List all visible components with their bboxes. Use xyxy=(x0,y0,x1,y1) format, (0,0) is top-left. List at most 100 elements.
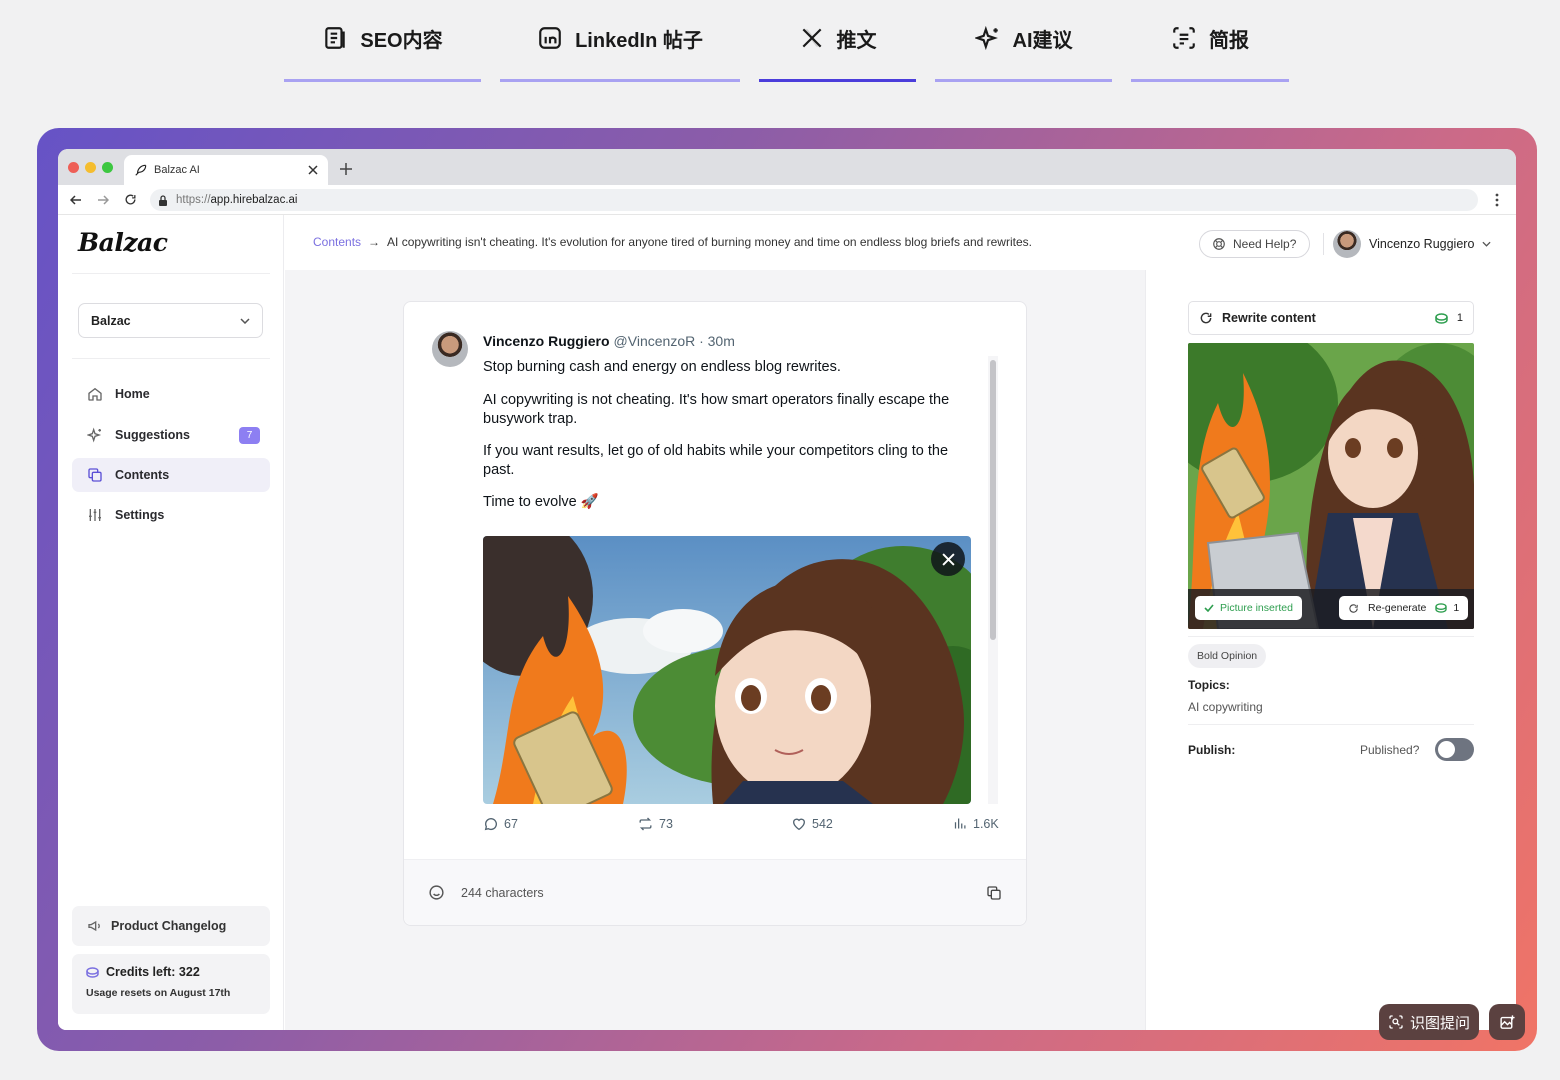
reply-stat[interactable]: 67 xyxy=(483,816,518,832)
sliders-icon xyxy=(89,509,101,521)
like-stat[interactable]: 542 xyxy=(791,816,833,832)
tweet-illustration xyxy=(483,536,971,804)
ask-image-button[interactable]: 识图提问 xyxy=(1379,1004,1479,1040)
copy-icon[interactable] xyxy=(986,885,1002,901)
breadcrumb: Contents → AI copywriting isn't cheating… xyxy=(313,235,1032,249)
tab-label: SEO内容 xyxy=(360,29,443,52)
copy-icon xyxy=(88,468,102,482)
tab-label: 简报 xyxy=(1209,29,1249,52)
retweet-icon xyxy=(639,817,652,831)
rewrite-content-button[interactable]: Rewrite content 1 xyxy=(1188,301,1474,335)
tab-seo[interactable]: SEO内容 xyxy=(284,0,481,82)
published-label: Published? xyxy=(1360,743,1420,757)
tweet-paragraph[interactable]: Stop burning cash and energy on endless … xyxy=(483,358,969,377)
views-count: 1.6K xyxy=(973,816,999,831)
views-stat[interactable]: 1.6K xyxy=(953,816,999,831)
tab-label: 推文 xyxy=(836,29,877,52)
changelog-label: Product Changelog xyxy=(111,919,227,933)
tweet-preview-card: Vincenzo Ruggiero @VincenzoR · 30m Stop … xyxy=(403,301,1027,926)
breadcrumb-root[interactable]: Contents xyxy=(313,235,361,249)
scroll-thumb[interactable] xyxy=(990,360,996,640)
tab-brief[interactable]: 简报 xyxy=(1131,0,1289,82)
check-icon xyxy=(1204,604,1214,612)
lifebuoy-icon xyxy=(1213,238,1225,250)
close-tab-icon[interactable] xyxy=(308,165,318,175)
picture-inserted-status: Picture inserted xyxy=(1195,596,1302,620)
need-help-button[interactable]: Need Help? xyxy=(1199,230,1310,258)
app-logo[interactable]: Balzac xyxy=(78,228,168,257)
nav-item-suggestions[interactable]: Suggestions 7 xyxy=(72,418,270,452)
publish-label: Publish: xyxy=(1188,743,1236,757)
remove-image-button[interactable] xyxy=(931,542,965,576)
emoji-icon[interactable] xyxy=(428,884,445,901)
more-vertical-icon[interactable] xyxy=(1495,193,1499,207)
tab-linkedin[interactable]: LinkedIn 帖子 xyxy=(500,0,740,82)
chevron-down-icon xyxy=(1482,241,1491,247)
divider xyxy=(1323,233,1324,255)
topics-value: AI copywriting xyxy=(1188,700,1263,714)
ask-image-label: 识图提问 xyxy=(1409,1014,1470,1032)
document-icon xyxy=(325,27,346,49)
breadcrumb-arrow: → xyxy=(368,235,381,249)
lock-icon xyxy=(159,194,167,206)
url-field[interactable]: https://app.hirebalzac.ai xyxy=(150,189,1478,211)
close-icon xyxy=(941,552,955,566)
regenerate-cost: 1 xyxy=(1453,602,1460,614)
nav-label: Suggestions xyxy=(115,428,191,442)
regenerate-image-button[interactable]: Re-generate 1 xyxy=(1339,596,1469,620)
divider xyxy=(1188,636,1474,637)
forward-icon[interactable] xyxy=(97,194,109,206)
tweet-scrollbar[interactable] xyxy=(988,356,998,804)
toggle-knob xyxy=(1438,741,1455,758)
preview-illustration xyxy=(1188,343,1474,629)
published-toggle[interactable] xyxy=(1435,738,1474,761)
reload-icon[interactable] xyxy=(124,193,137,206)
tab-ai-suggestions[interactable]: AI建议 xyxy=(935,0,1112,82)
nav-item-settings[interactable]: Settings xyxy=(72,498,270,532)
browser-tab[interactable]: Balzac AI xyxy=(124,155,328,185)
tweet-paragraph[interactable]: If you want results, let go of old habit… xyxy=(483,442,969,480)
divider xyxy=(1188,724,1474,725)
rewrite-label: Rewrite content xyxy=(1222,311,1316,325)
maximize-window-dot[interactable] xyxy=(102,162,113,173)
address-bar: https://app.hirebalzac.ai xyxy=(58,185,1516,215)
nav-item-contents[interactable]: Contents xyxy=(72,458,270,492)
sidebar: Balzac Balzac Home Suggestions 7 Content… xyxy=(58,215,284,1030)
credits-left: Credits left: 322 xyxy=(106,965,200,979)
tweet-image xyxy=(483,536,971,804)
tone-tag: Bold Opinion xyxy=(1188,644,1267,668)
tab-label: AI建议 xyxy=(1012,29,1073,52)
scan-text-icon xyxy=(1173,27,1195,49)
tab-tweet[interactable]: 推文 xyxy=(759,0,916,82)
tweet-paragraph[interactable]: Time to evolve 🚀 xyxy=(483,493,969,512)
credits-card: Credits left: 322 Usage resets on August… xyxy=(72,954,270,1014)
tweet-header: Vincenzo Ruggiero @VincenzoR · 30m xyxy=(483,333,735,349)
generated-image-preview: Picture inserted Re-generate 1 xyxy=(1188,343,1474,629)
retweet-count: 73 xyxy=(659,817,673,831)
user-menu[interactable]: Vincenzo Ruggiero xyxy=(1333,230,1491,258)
minimize-window-dot[interactable] xyxy=(85,162,96,173)
nav-label: Settings xyxy=(115,508,165,522)
divider xyxy=(72,358,270,359)
tweet-handle-time: @VincenzoR · 30m xyxy=(613,333,735,349)
nav-item-home[interactable]: Home xyxy=(72,377,270,411)
bar-chart-icon xyxy=(954,818,966,829)
image-tool-button[interactable] xyxy=(1489,1004,1525,1040)
x-logo-icon xyxy=(802,28,821,48)
tab-label: LinkedIn 帖子 xyxy=(575,29,703,52)
back-icon[interactable] xyxy=(70,194,82,206)
workspace-select[interactable]: Balzac xyxy=(78,303,263,338)
tweet-paragraph[interactable]: AI copywriting is not cheating. It's how… xyxy=(483,391,969,429)
megaphone-icon xyxy=(88,920,100,932)
close-window-dot[interactable] xyxy=(68,162,79,173)
comment-icon xyxy=(484,818,497,831)
need-help-label: Need Help? xyxy=(1233,237,1297,251)
like-count: 542 xyxy=(812,817,833,831)
picture-inserted-label: Picture inserted xyxy=(1220,602,1293,614)
linkedin-icon xyxy=(539,27,561,49)
breadcrumb-title: AI copywriting isn't cheating. It's evol… xyxy=(387,235,1032,249)
retweet-stat[interactable]: 73 xyxy=(637,816,673,832)
product-changelog-button[interactable]: Product Changelog xyxy=(72,906,270,946)
new-tab-icon[interactable] xyxy=(340,163,352,175)
sparkles-icon xyxy=(974,25,998,51)
